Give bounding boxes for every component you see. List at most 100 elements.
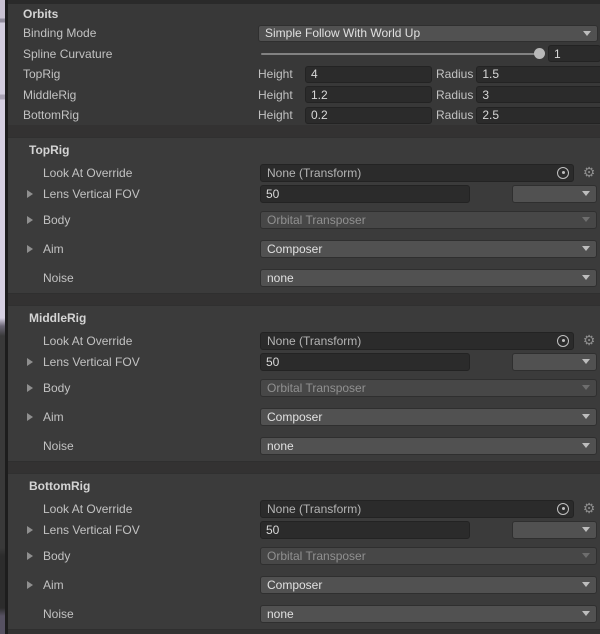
- look-at-object-field[interactable]: None (Transform): [260, 500, 574, 518]
- foldout-triangle-icon[interactable]: [27, 216, 33, 224]
- lens-preset-dropdown[interactable]: [512, 521, 597, 539]
- presets-gear-icon[interactable]: ⚙: [581, 500, 597, 518]
- height-input[interactable]: [305, 107, 432, 124]
- foldout-triangle-icon[interactable]: [27, 526, 33, 534]
- look-at-override-row: Look At Override None (Transform) ⚙: [8, 499, 600, 518]
- radius-input[interactable]: [476, 86, 600, 103]
- spline-curvature-slider[interactable]: [258, 45, 548, 62]
- chevron-down-icon: [582, 217, 590, 222]
- chevron-down-icon: [582, 443, 590, 448]
- aim-value: Composer: [267, 410, 576, 424]
- noise-value: none: [267, 607, 576, 621]
- object-picker-icon[interactable]: [557, 335, 569, 347]
- chevron-down-icon: [582, 414, 590, 419]
- presets-gear-icon[interactable]: ⚙: [581, 164, 597, 182]
- rig-section-header: MiddleRig: [8, 311, 600, 326]
- object-picker-icon[interactable]: [557, 503, 569, 515]
- aim-row: Aim Composer: [8, 239, 600, 258]
- spline-curvature-row: Spline Curvature: [23, 43, 600, 64]
- rig-section-bottomrig: BottomRig Look At Override None (Transfo…: [8, 473, 600, 630]
- body-row: Body Orbital Transposer: [8, 378, 600, 397]
- rig-section-header: BottomRig: [8, 479, 600, 494]
- body-label: Body: [43, 381, 260, 395]
- aim-label: Aim: [43, 410, 260, 424]
- noise-dropdown[interactable]: none: [260, 437, 597, 455]
- lens-fov-label: Lens Vertical FOV: [43, 355, 260, 369]
- aim-label: Aim: [43, 578, 260, 592]
- body-dropdown: Orbital Transposer: [260, 547, 597, 565]
- chevron-down-icon: [582, 275, 590, 280]
- chevron-down-icon: [582, 359, 590, 364]
- binding-mode-row: Binding Mode Simple Follow With World Up: [23, 23, 600, 43]
- presets-gear-icon[interactable]: ⚙: [581, 332, 597, 350]
- section-gap: [8, 294, 600, 305]
- noise-dropdown[interactable]: none: [260, 605, 597, 623]
- body-value: Orbital Transposer: [267, 213, 576, 227]
- aim-dropdown[interactable]: Composer: [260, 576, 597, 594]
- aim-value: Composer: [267, 242, 576, 256]
- section-gap: [8, 462, 600, 473]
- noise-row: Noise none: [8, 604, 600, 623]
- rig-summary-row: MiddleRig Height Radius: [23, 84, 600, 105]
- radius-label: Radius: [436, 88, 473, 102]
- look-at-override-row: Look At Override None (Transform) ⚙: [8, 163, 600, 182]
- height-input[interactable]: [305, 66, 432, 83]
- foldout-triangle-icon[interactable]: [27, 384, 33, 392]
- lens-fov-row: Lens Vertical FOV: [8, 520, 600, 539]
- body-row: Body Orbital Transposer: [8, 210, 600, 229]
- binding-mode-dropdown[interactable]: Simple Follow With World Up: [258, 25, 598, 42]
- chevron-down-icon: [582, 611, 590, 616]
- orbits-header: Orbits: [23, 7, 258, 21]
- aim-label: Aim: [43, 242, 260, 256]
- rig-section-header: TopRig: [8, 143, 600, 158]
- aim-row: Aim Composer: [8, 407, 600, 426]
- chevron-down-icon: [582, 582, 590, 587]
- radius-label: Radius: [436, 67, 473, 81]
- height-input[interactable]: [305, 86, 432, 103]
- section-gap: [8, 630, 600, 634]
- lens-fov-input[interactable]: [260, 353, 470, 371]
- object-picker-icon[interactable]: [557, 167, 569, 179]
- rig-name-label: TopRig: [23, 67, 258, 81]
- lens-preset-dropdown[interactable]: [512, 185, 597, 203]
- body-label: Body: [43, 213, 260, 227]
- noise-dropdown[interactable]: none: [260, 269, 597, 287]
- height-label: Height: [258, 88, 305, 102]
- object-field-value: None (Transform): [267, 166, 361, 180]
- look-at-object-field[interactable]: None (Transform): [260, 332, 574, 350]
- radius-input[interactable]: [476, 66, 600, 83]
- look-at-object-field[interactable]: None (Transform): [260, 164, 574, 182]
- body-dropdown: Orbital Transposer: [260, 379, 597, 397]
- foldout-triangle-icon[interactable]: [27, 245, 33, 253]
- chevron-down-icon: [582, 385, 590, 390]
- foldout-triangle-icon[interactable]: [27, 358, 33, 366]
- radius-label: Radius: [436, 108, 473, 122]
- background-window-sliver: [0, 0, 8, 634]
- aim-dropdown[interactable]: Composer: [260, 240, 597, 258]
- body-dropdown: Orbital Transposer: [260, 211, 597, 229]
- lens-fov-row: Lens Vertical FOV: [8, 184, 600, 203]
- look-at-override-label: Look At Override: [43, 334, 260, 348]
- lens-fov-input[interactable]: [260, 521, 470, 539]
- foldout-triangle-icon[interactable]: [27, 413, 33, 421]
- aim-row: Aim Composer: [8, 575, 600, 594]
- lens-preset-dropdown[interactable]: [512, 353, 597, 371]
- lens-fov-input[interactable]: [260, 185, 470, 203]
- noise-label: Noise: [43, 439, 260, 453]
- rig-section-middlerig: MiddleRig Look At Override None (Transfo…: [8, 305, 600, 462]
- spline-curvature-input[interactable]: [548, 45, 600, 62]
- noise-row: Noise none: [8, 436, 600, 455]
- foldout-triangle-icon[interactable]: [27, 190, 33, 198]
- lens-fov-label: Lens Vertical FOV: [43, 523, 260, 537]
- look-at-override-label: Look At Override: [43, 502, 260, 516]
- foldout-triangle-icon[interactable]: [27, 581, 33, 589]
- slider-knob[interactable]: [534, 48, 545, 59]
- binding-mode-value: Simple Follow With World Up: [265, 26, 577, 40]
- aim-dropdown[interactable]: Composer: [260, 408, 597, 426]
- lens-fov-row: Lens Vertical FOV: [8, 352, 600, 371]
- look-at-override-label: Look At Override: [43, 166, 260, 180]
- look-at-override-row: Look At Override None (Transform) ⚙: [8, 331, 600, 350]
- radius-input[interactable]: [476, 107, 600, 124]
- rig-summary-row: BottomRig Height Radius: [23, 105, 600, 125]
- foldout-triangle-icon[interactable]: [27, 552, 33, 560]
